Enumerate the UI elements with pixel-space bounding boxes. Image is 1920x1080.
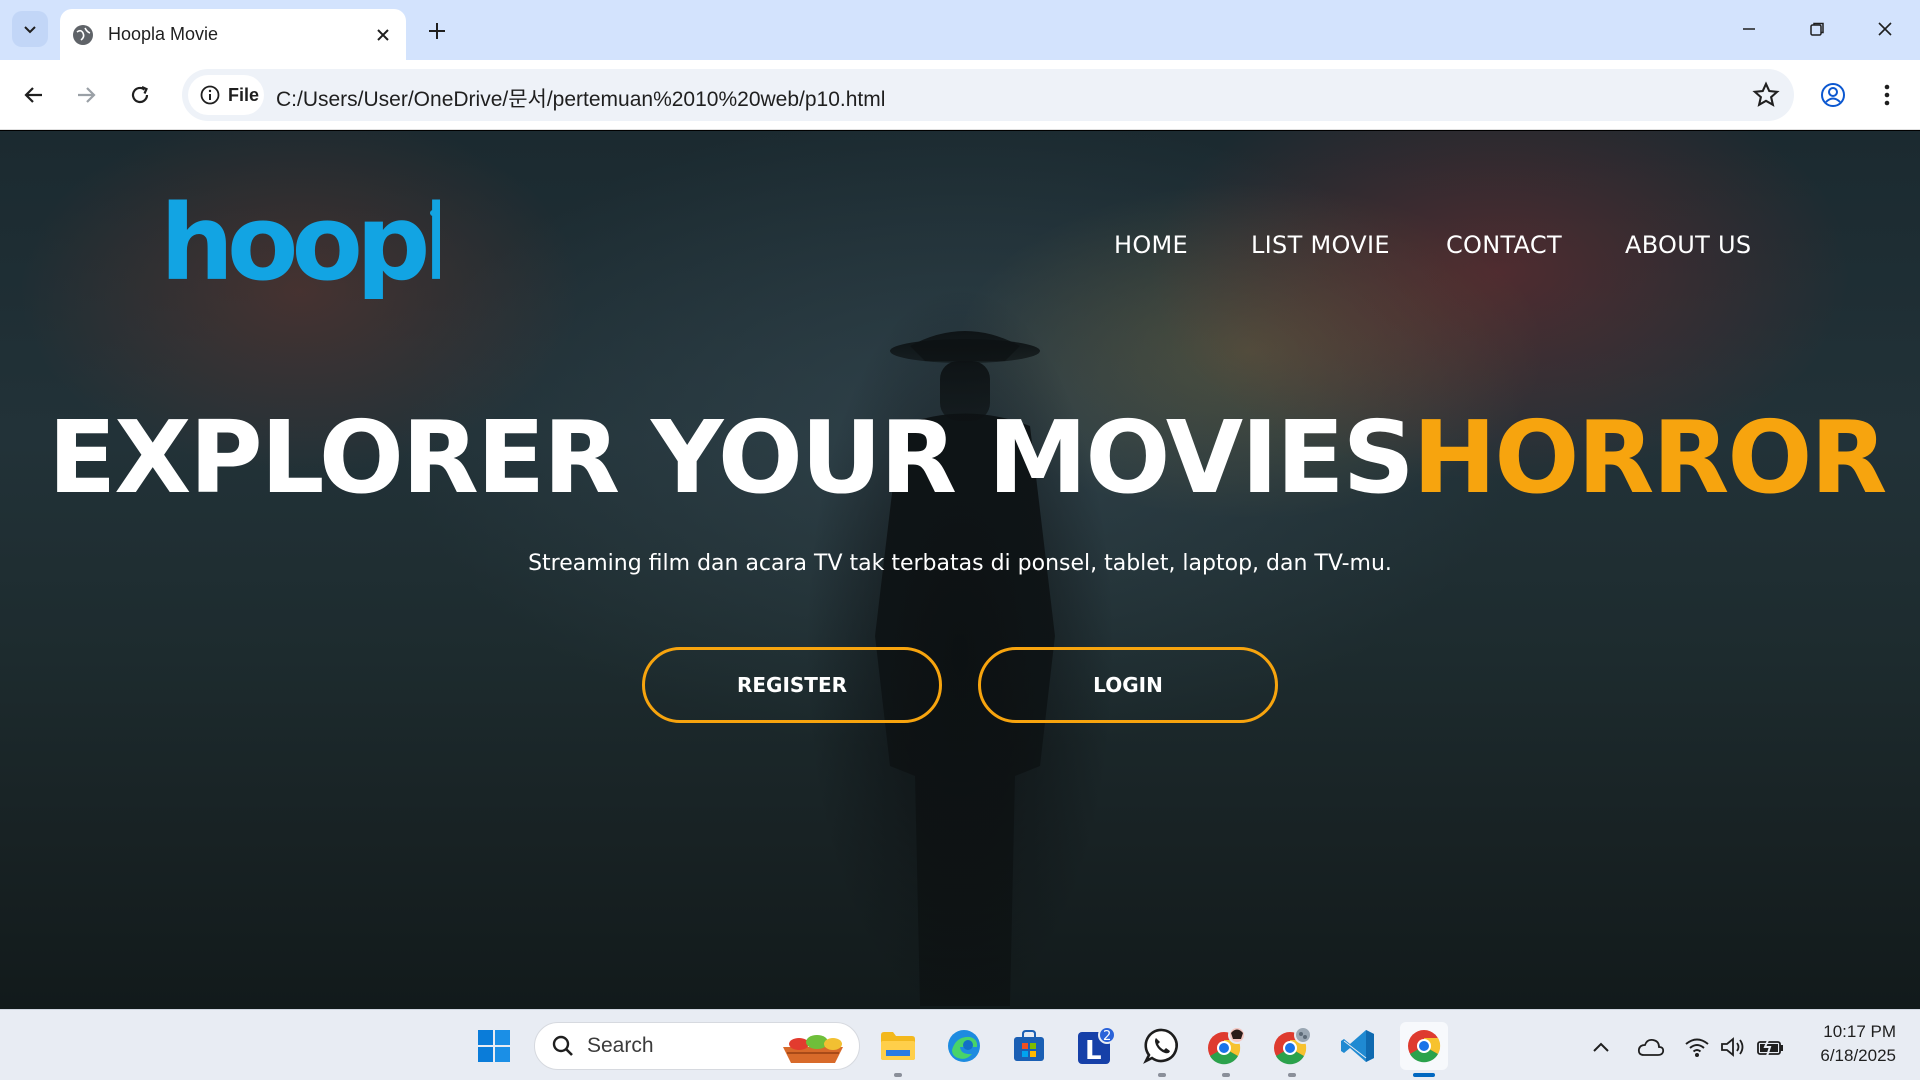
taskbar-search-box[interactable]: Search bbox=[534, 1022, 860, 1070]
microsoft-store-button[interactable] bbox=[1005, 1022, 1053, 1070]
microsoft-store-icon bbox=[1014, 1030, 1044, 1061]
clock-date: 6/18/2025 bbox=[1820, 1046, 1896, 1065]
url-scheme-label: File bbox=[228, 84, 260, 105]
headline-text: EXPLORER YOUR MOVIES bbox=[48, 399, 1415, 516]
clock-time: 10:17 PM bbox=[1823, 1022, 1896, 1041]
hero-headline: EXPLORER YOUR MOVIESHORROR bbox=[48, 399, 1888, 516]
nav-home-link[interactable]: HOME bbox=[1114, 231, 1188, 259]
login-button[interactable]: LOGIN bbox=[978, 647, 1278, 723]
chrome-profile-2-button[interactable] bbox=[1268, 1022, 1316, 1077]
chrome-profile-1-button[interactable] bbox=[1202, 1022, 1250, 1077]
onedrive-tray-button[interactable] bbox=[1636, 1032, 1666, 1062]
tab-strip: Hoopla Movie bbox=[0, 0, 1920, 60]
headline-accent-text: HORROR bbox=[1412, 399, 1888, 516]
search-icon bbox=[552, 1035, 573, 1056]
speaker-icon bbox=[1721, 1037, 1744, 1057]
wifi-tray-button[interactable] bbox=[1682, 1032, 1712, 1062]
minimize-button[interactable] bbox=[1720, 6, 1778, 52]
arrow-left-icon bbox=[24, 87, 42, 103]
menu-button[interactable] bbox=[1868, 76, 1906, 114]
close-window-button[interactable] bbox=[1856, 6, 1914, 52]
profile-button[interactable] bbox=[1814, 76, 1852, 114]
edge-icon bbox=[948, 1030, 980, 1062]
windows-taskbar: Search L2 10:17 PM 6/18/2025 bbox=[0, 1009, 1920, 1080]
chevron-up-icon bbox=[1593, 1042, 1609, 1052]
svg-text:2: 2 bbox=[1103, 1029, 1111, 1044]
reload-button[interactable] bbox=[120, 75, 160, 115]
url-text[interactable]: C:/Users/User/OneDrive/문서/pertemuan%2010… bbox=[276, 83, 885, 113]
start-button[interactable] bbox=[470, 1022, 518, 1070]
site-info-chip[interactable]: File bbox=[188, 75, 264, 115]
address-bar[interactable]: File C:/Users/User/OneDrive/문서/pertemuan… bbox=[182, 69, 1794, 121]
nav-contact-link[interactable]: CONTACT bbox=[1446, 231, 1562, 259]
more-vertical-icon bbox=[1884, 84, 1890, 106]
vscode-button[interactable] bbox=[1334, 1022, 1382, 1070]
active-tab[interactable]: Hoopla Movie bbox=[60, 9, 406, 60]
svg-text:hoopla: hoopla bbox=[160, 189, 440, 299]
cloud-icon bbox=[1637, 1038, 1665, 1056]
restore-button[interactable] bbox=[1788, 6, 1846, 52]
hero-tagline: Streaming film dan acara TV tak terbatas… bbox=[528, 551, 1392, 576]
close-tab-button[interactable] bbox=[368, 20, 398, 50]
globe-icon bbox=[73, 24, 93, 45]
whatsapp-button[interactable] bbox=[1138, 1022, 1186, 1077]
battery-charging-icon bbox=[1757, 1037, 1783, 1057]
chrome-button[interactable] bbox=[1400, 1022, 1448, 1077]
arrow-right-icon bbox=[78, 87, 96, 103]
chrome-profile-1-icon bbox=[1208, 1026, 1246, 1065]
bookmark-star-icon[interactable] bbox=[1752, 81, 1780, 109]
close-icon bbox=[1878, 22, 1892, 36]
tab-title: Hoopla Movie bbox=[108, 24, 219, 44]
vscode-icon bbox=[1341, 1030, 1374, 1062]
svg-text:L: L bbox=[1085, 1036, 1102, 1066]
minimize-icon bbox=[1743, 28, 1755, 30]
register-button[interactable]: REGISTER bbox=[642, 647, 942, 723]
hero-section: hoopla HOME LIST MOVIE CONTACT ABOUT US … bbox=[0, 131, 1920, 1009]
plus-icon bbox=[429, 23, 445, 39]
back-button[interactable] bbox=[14, 75, 54, 115]
l-app-button[interactable]: L2 bbox=[1072, 1022, 1120, 1070]
show-hidden-icons-button[interactable] bbox=[1586, 1032, 1616, 1062]
file-explorer-button[interactable] bbox=[874, 1022, 922, 1077]
close-icon bbox=[377, 28, 389, 41]
file-explorer-icon bbox=[881, 1032, 915, 1060]
whatsapp-icon bbox=[1143, 1028, 1178, 1064]
wifi-icon bbox=[1685, 1038, 1709, 1057]
l-app-icon: L2 bbox=[1078, 1026, 1116, 1066]
system-clock[interactable]: 10:17 PM 6/18/2025 bbox=[1820, 1020, 1896, 1068]
browser-toolbar: File C:/Users/User/OneDrive/문서/pertemuan… bbox=[0, 60, 1920, 130]
search-highlight-food-icon bbox=[783, 1035, 843, 1063]
reload-icon bbox=[131, 85, 149, 104]
battery-tray-button[interactable] bbox=[1756, 1032, 1786, 1062]
forward-button[interactable] bbox=[66, 75, 106, 115]
hoopla-logo[interactable]: hoopla bbox=[160, 189, 440, 299]
profile-icon bbox=[1821, 83, 1845, 107]
volume-tray-button[interactable] bbox=[1718, 1032, 1748, 1062]
nav-about-us-link[interactable]: ABOUT US bbox=[1625, 231, 1751, 259]
edge-button[interactable] bbox=[940, 1022, 988, 1070]
info-icon bbox=[200, 85, 220, 105]
chevron-down-icon bbox=[24, 26, 36, 34]
search-placeholder: Search bbox=[587, 1034, 654, 1057]
windows-start-icon bbox=[478, 1030, 510, 1062]
chrome-icon bbox=[1408, 1030, 1441, 1063]
tab-search-button[interactable] bbox=[12, 11, 48, 47]
new-tab-button[interactable] bbox=[420, 14, 454, 48]
chrome-profile-2-icon bbox=[1274, 1026, 1312, 1065]
nav-list-movie-link[interactable]: LIST MOVIE bbox=[1251, 231, 1390, 259]
restore-icon bbox=[1810, 22, 1824, 36]
